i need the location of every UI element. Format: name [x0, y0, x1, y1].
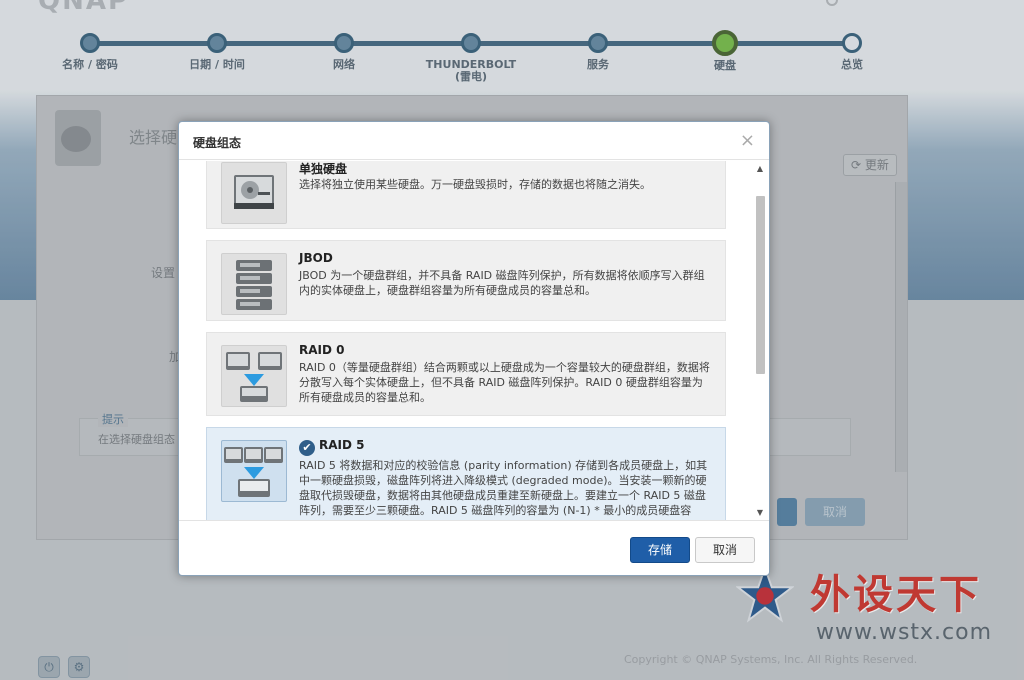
save-button[interactable]: 存储: [630, 537, 690, 563]
raid0-icon: [221, 345, 287, 407]
option-name-selected: ✔ RAID 5: [299, 438, 364, 456]
option-description: RAID 0（等量硬盘群组）结合两颗或以上硬盘成为一个容量较大的硬盘群组，数据将…: [299, 361, 710, 404]
scrollbar-thumb[interactable]: [756, 196, 765, 374]
option-single-disk[interactable]: 单独硬盘 选择将独立使用某些硬盘。万一硬盘毁损时，存储的数据也将随之消失。: [206, 161, 726, 229]
option-name: 单独硬盘: [299, 162, 348, 176]
option-name: RAID 5: [319, 438, 365, 452]
dialog-scrollbar[interactable]: ▲ ▼: [754, 164, 766, 520]
single-disk-icon: [221, 162, 287, 224]
scroll-up-icon[interactable]: ▲: [754, 164, 766, 174]
dialog-footer: 存储 取消: [179, 520, 769, 575]
checkmark-icon: ✔: [299, 440, 315, 456]
cancel-button[interactable]: 取消: [695, 537, 755, 563]
jbod-disk-stack-icon: [221, 253, 287, 315]
option-raid5[interactable]: ✔ RAID 5 RAID 5 将数据和对应的校验信息 (parity infor…: [206, 427, 726, 521]
option-description: RAID 5 将数据和对应的校验信息 (parity information) …: [299, 459, 708, 521]
raid5-icon: [221, 440, 287, 502]
raid-option-list: 单独硬盘 选择将独立使用某些硬盘。万一硬盘毁损时，存储的数据也将随之消失。 JB…: [206, 161, 726, 521]
dialog-body: 单独硬盘 选择将独立使用某些硬盘。万一硬盘毁损时，存储的数据也将随之消失。 JB…: [179, 161, 769, 521]
option-description: JBOD 为一个硬盘群组，并不具备 RAID 磁盘阵列保护，所有数据将依顺序写入…: [299, 269, 705, 297]
option-jbod[interactable]: JBOD JBOD 为一个硬盘群组，并不具备 RAID 磁盘阵列保护，所有数据将…: [206, 240, 726, 321]
option-name: JBOD: [299, 251, 333, 265]
dialog-header: 硬盘组态 ×: [179, 122, 769, 160]
close-icon[interactable]: ×: [740, 130, 755, 151]
disk-config-dialog: 硬盘组态 × 单独硬盘 选择将独立使用某些硬盘。万一硬盘毁损时，存储的数据也将随…: [178, 121, 770, 576]
dialog-title: 硬盘组态: [193, 136, 242, 150]
option-description: 选择将独立使用某些硬盘。万一硬盘毁损时，存储的数据也将随之消失。: [299, 178, 651, 191]
option-raid0[interactable]: RAID 0 RAID 0（等量硬盘群组）结合两颗或以上硬盘成为一个容量较大的硬…: [206, 332, 726, 416]
scroll-down-icon[interactable]: ▼: [754, 508, 766, 518]
option-name: RAID 0: [299, 343, 345, 357]
